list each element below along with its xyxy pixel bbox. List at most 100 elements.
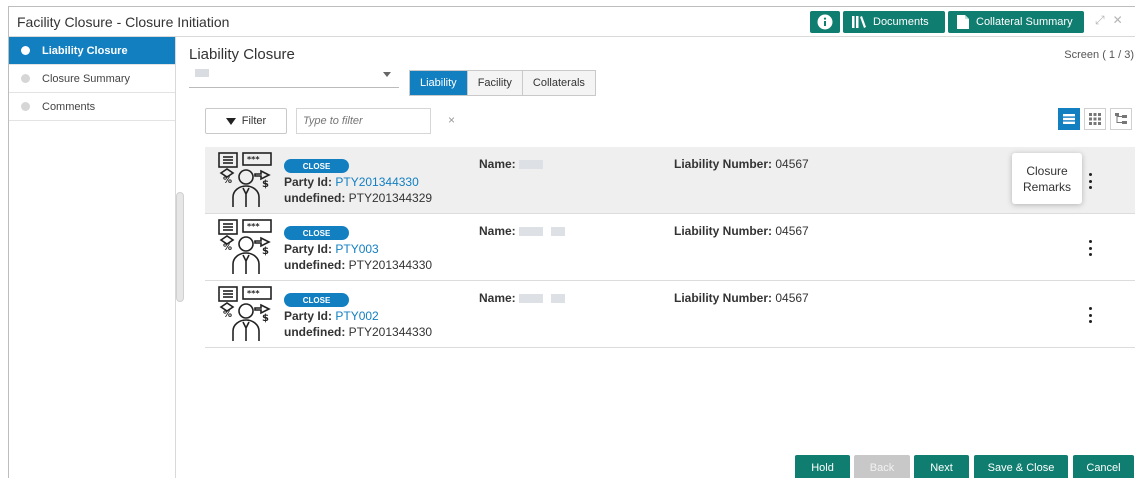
tab-liability[interactable]: Liability — [410, 71, 468, 95]
step-dot-icon — [21, 102, 30, 111]
app-window: Facility Closure - Closure Initiation Do… — [8, 6, 1135, 478]
more-options-icon[interactable] — [1085, 173, 1095, 189]
window-title: Facility Closure - Closure Initiation — [17, 14, 230, 30]
title-bar: Facility Closure - Closure Initiation Do… — [9, 7, 1135, 37]
view-tabs: Liability Facility Collaterals — [409, 70, 596, 96]
clear-filter-icon[interactable]: × — [448, 113, 455, 127]
caret-down-icon — [383, 72, 391, 77]
undefined-label: undefined: — [284, 325, 346, 339]
svg-text:$: $ — [262, 313, 269, 324]
back-button[interactable]: Back — [854, 455, 910, 478]
grid-view-icon — [1089, 113, 1101, 125]
save-close-button[interactable]: Save & Close — [974, 455, 1068, 478]
name-field: Name: — [479, 157, 543, 171]
liability-number-label: Liability Number: — [674, 224, 773, 238]
party-id-label: Party Id: — [284, 242, 333, 256]
popover-line-2: Remarks — [1022, 180, 1071, 194]
liability-number-field: Liability Number: 04567 — [674, 224, 809, 238]
sidebar-item-liability-closure[interactable]: Liability Closure — [9, 37, 175, 65]
name-label: Name: — [479, 157, 516, 171]
svg-text:***: *** — [247, 222, 260, 231]
tab-facility[interactable]: Facility — [467, 71, 523, 95]
liability-number-field: Liability Number: 04567 — [674, 157, 809, 171]
party-id-label: Party Id: — [284, 309, 333, 323]
svg-text:***: *** — [247, 289, 260, 298]
name-label: Name: — [479, 291, 516, 305]
cancel-button[interactable]: Cancel — [1073, 455, 1134, 478]
redacted-value — [518, 160, 543, 170]
popover-line-1: Closure — [1026, 164, 1068, 178]
undefined-field: undefined: PTY201344329 — [284, 191, 432, 205]
party-id-field: Party Id: PTY003 — [284, 242, 379, 256]
undefined-label: undefined: — [284, 258, 346, 272]
list-item[interactable]: *** % $ CLOSE Party Id: PTY003 undefined… — [205, 214, 1135, 281]
name-field: Name: — [479, 291, 565, 305]
list-view-icon — [1063, 114, 1075, 124]
undefined-value: PTY201344330 — [348, 325, 433, 339]
svg-text:***: *** — [247, 155, 260, 164]
party-id-link[interactable]: PTY003 — [335, 242, 378, 256]
step-dot-icon — [21, 46, 30, 55]
undefined-field: undefined: PTY201344330 — [284, 258, 432, 272]
party-id-label: Party Id: — [284, 175, 333, 189]
filter-icon — [225, 117, 236, 125]
main-content: Liability Closure Screen ( 1 / 3) Liabil… — [189, 37, 1135, 478]
expand-icon[interactable]: ⤢ — [1095, 13, 1113, 27]
library-icon — [852, 16, 866, 28]
name-label: Name: — [479, 224, 516, 238]
documents-button[interactable]: Documents — [843, 11, 945, 33]
step-dot-icon — [21, 74, 30, 83]
closure-remarks-menu-item[interactable]: Closure Remarks — [1012, 153, 1082, 204]
filter-label: Filter — [241, 115, 267, 127]
svg-text:%: % — [223, 243, 232, 253]
liability-number-value: 04567 — [775, 157, 809, 171]
svg-text:$: $ — [262, 246, 269, 257]
list-item[interactable]: *** % $ CLOSE Party Id: PTY201344330 und… — [205, 147, 1135, 214]
party-id-field: Party Id: PTY002 — [284, 309, 379, 323]
tab-collaterals[interactable]: Collaterals — [522, 71, 595, 95]
filter-button[interactable]: Filter — [205, 108, 287, 134]
hold-button[interactable]: Hold — [795, 455, 850, 478]
liability-number-value: 04567 — [775, 224, 809, 238]
redacted-value — [550, 227, 565, 237]
status-badge: CLOSE — [284, 293, 349, 307]
list-item[interactable]: *** % $ CLOSE Party Id: PTY002 undefined… — [205, 281, 1135, 348]
info-button[interactable] — [810, 11, 840, 33]
more-options-icon[interactable] — [1085, 240, 1095, 256]
collateral-summary-button[interactable]: Collateral Summary — [948, 11, 1084, 33]
sidebar-item-label: Liability Closure — [42, 44, 128, 57]
more-options-icon[interactable] — [1085, 307, 1095, 323]
undefined-value: PTY201344329 — [348, 191, 433, 205]
liability-number-field: Liability Number: 04567 — [674, 291, 809, 305]
document-icon — [957, 15, 969, 29]
party-avatar-icon: *** % $ — [218, 219, 272, 274]
sidebar-item-label: Comments — [42, 100, 96, 113]
svg-text:%: % — [223, 176, 232, 186]
liability-number-label: Liability Number: — [674, 291, 773, 305]
documents-label: Documents — [873, 16, 929, 28]
screen-counter: Screen ( 1 / 3) — [1064, 49, 1134, 61]
view-toggle-group — [1058, 108, 1132, 130]
status-badge: CLOSE — [284, 226, 349, 240]
next-button[interactable]: Next — [914, 455, 969, 478]
collateral-summary-label: Collateral Summary — [976, 16, 1073, 28]
close-icon[interactable]: ✕ — [1113, 13, 1131, 27]
customer-dropdown[interactable] — [189, 64, 399, 88]
redacted-value — [550, 294, 565, 304]
window-controls: ⤢✕ — [1095, 13, 1131, 28]
svg-text:$: $ — [262, 179, 269, 190]
redacted-value — [518, 294, 543, 304]
status-badge: CLOSE — [284, 159, 349, 173]
liability-list: *** % $ CLOSE Party Id: PTY201344330 und… — [205, 147, 1135, 348]
sidebar-item-comments[interactable]: Comments — [9, 93, 175, 121]
grid-view-button[interactable] — [1084, 108, 1106, 130]
tree-view-button[interactable] — [1110, 108, 1132, 130]
list-view-button[interactable] — [1058, 108, 1080, 130]
party-id-link[interactable]: PTY002 — [335, 309, 378, 323]
party-avatar-icon: *** % $ — [218, 152, 272, 207]
party-id-link[interactable]: PTY201344330 — [335, 175, 418, 189]
sidebar-resize-handle[interactable] — [176, 192, 184, 302]
sidebar-item-closure-summary[interactable]: Closure Summary — [9, 65, 175, 93]
redacted-value — [518, 227, 543, 237]
filter-input[interactable] — [296, 108, 431, 134]
